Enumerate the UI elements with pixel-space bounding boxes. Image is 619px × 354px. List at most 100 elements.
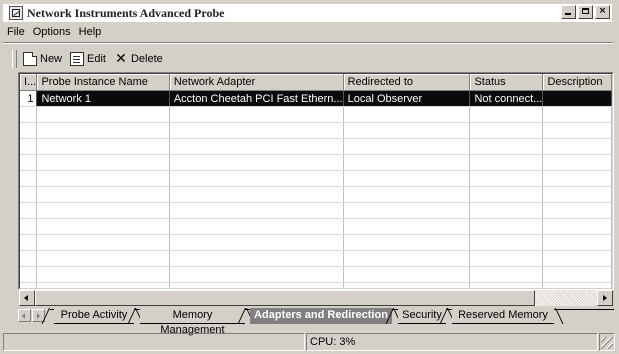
empty-cell [36, 234, 170, 251]
tab-adapters-and-redirection[interactable]: Adapters and Redirection [250, 308, 392, 324]
empty-cell [469, 250, 544, 267]
empty-cell [343, 218, 471, 235]
new-button[interactable]: New [21, 50, 68, 68]
toolbar: New Edit ✕ Delete [12, 48, 169, 70]
tab-security[interactable]: Security [398, 308, 446, 324]
empty-cell [343, 122, 471, 139]
resize-grip-icon[interactable] [601, 337, 613, 349]
empty-cell [542, 202, 612, 219]
empty-cell [20, 170, 38, 187]
empty-cell [20, 122, 38, 139]
scroll-left-arrow-icon[interactable] [19, 290, 35, 306]
empty-cell [469, 282, 544, 289]
probe-table: I... Probe Instance Name Network Adapter… [20, 74, 612, 289]
empty-cell [20, 154, 38, 171]
empty-row [20, 122, 612, 139]
empty-cell [469, 186, 544, 203]
menu-options[interactable]: Options [29, 26, 75, 38]
column-header-network-adapter[interactable]: Network Adapter [169, 74, 344, 91]
empty-cell [169, 186, 344, 203]
empty-cell [20, 138, 38, 155]
cell-redirected-to: Local Observer [343, 90, 471, 107]
cell-network-adapter: Accton Cheetah PCI Fast Ethern... [169, 90, 344, 107]
empty-cell [469, 106, 544, 123]
edit-button-label: Edit [87, 53, 106, 65]
empty-cell [20, 266, 38, 283]
empty-cell [169, 138, 344, 155]
empty-cell [343, 154, 471, 171]
empty-row [20, 138, 612, 155]
toolbar-grip[interactable] [12, 50, 17, 68]
empty-cell [20, 234, 38, 251]
empty-cell [169, 266, 344, 283]
tab-memory-management[interactable]: Memory Management [140, 308, 245, 336]
empty-cell [343, 234, 471, 251]
probe-instances-list[interactable]: I... Probe Instance Name Network Adapter… [18, 72, 614, 290]
empty-row [20, 154, 612, 171]
empty-cell [20, 106, 38, 123]
column-header-probe-name[interactable]: Probe Instance Name [36, 74, 170, 91]
empty-cell [36, 202, 170, 219]
status-panel-grip [599, 333, 615, 351]
empty-cell [469, 138, 544, 155]
menu-help[interactable]: Help [75, 26, 106, 38]
column-header-description[interactable]: Description [542, 74, 612, 91]
empty-cell [343, 282, 471, 289]
cell-status: Not connect... [469, 90, 544, 107]
minimize-button[interactable] [561, 5, 576, 19]
window-controls: × [561, 5, 610, 19]
tab-strip: Probe Activity Memory Management Adapter… [18, 308, 614, 336]
empty-cell [542, 106, 612, 123]
delete-button-label: Delete [130, 53, 163, 65]
empty-cell [20, 202, 38, 219]
maximize-button[interactable] [578, 5, 593, 19]
empty-cell [469, 170, 544, 187]
column-header-index[interactable]: I... [20, 74, 38, 91]
empty-cell [36, 218, 170, 235]
empty-cell [169, 250, 344, 267]
empty-cell [36, 186, 170, 203]
table-row[interactable]: 1 Network 1 Accton Cheetah PCI Fast Ethe… [20, 90, 612, 107]
menu-file[interactable]: File [3, 26, 29, 38]
horizontal-scrollbar[interactable] [19, 290, 613, 306]
close-button[interactable]: × [595, 5, 610, 19]
edit-button[interactable]: Edit [68, 50, 112, 68]
delete-x-icon: ✕ [115, 51, 127, 67]
empty-cell [36, 106, 170, 123]
empty-row [20, 106, 612, 123]
empty-row [20, 266, 612, 283]
empty-row [20, 202, 612, 219]
empty-cell [169, 234, 344, 251]
empty-cell [169, 170, 344, 187]
tab-probe-activity[interactable]: Probe Activity [54, 308, 134, 324]
empty-cell [542, 138, 612, 155]
empty-cell [343, 250, 471, 267]
empty-cell [169, 106, 344, 123]
tab-scroll-left-icon[interactable] [18, 309, 31, 322]
menu-bar: File Options Help [3, 24, 105, 40]
empty-row [20, 250, 612, 267]
empty-cell [36, 154, 170, 171]
tab-reserved-memory[interactable]: Reserved Memory [452, 308, 554, 324]
empty-cell [542, 154, 612, 171]
column-header-status[interactable]: Status [469, 74, 544, 91]
empty-cell [542, 186, 612, 203]
window-title: Network Instruments Advanced Probe [27, 5, 225, 20]
column-header-redirected-to[interactable]: Redirected to [343, 74, 471, 91]
scroll-right-arrow-icon[interactable] [597, 290, 613, 306]
empty-cell [343, 106, 471, 123]
empty-cell [469, 266, 544, 283]
empty-cell [469, 122, 544, 139]
scroll-thumb[interactable] [35, 290, 535, 306]
empty-cell [542, 218, 612, 235]
empty-cell [169, 218, 344, 235]
cell-probe-name: Network 1 [36, 90, 170, 107]
app-icon[interactable] [9, 6, 23, 20]
new-document-icon [23, 52, 37, 66]
empty-row [20, 186, 612, 203]
empty-cell [469, 154, 544, 171]
empty-row [20, 234, 612, 251]
title-bar[interactable]: Network Instruments Advanced Probe × [3, 4, 612, 22]
empty-cell [36, 122, 170, 139]
delete-button[interactable]: ✕ Delete [112, 50, 169, 68]
